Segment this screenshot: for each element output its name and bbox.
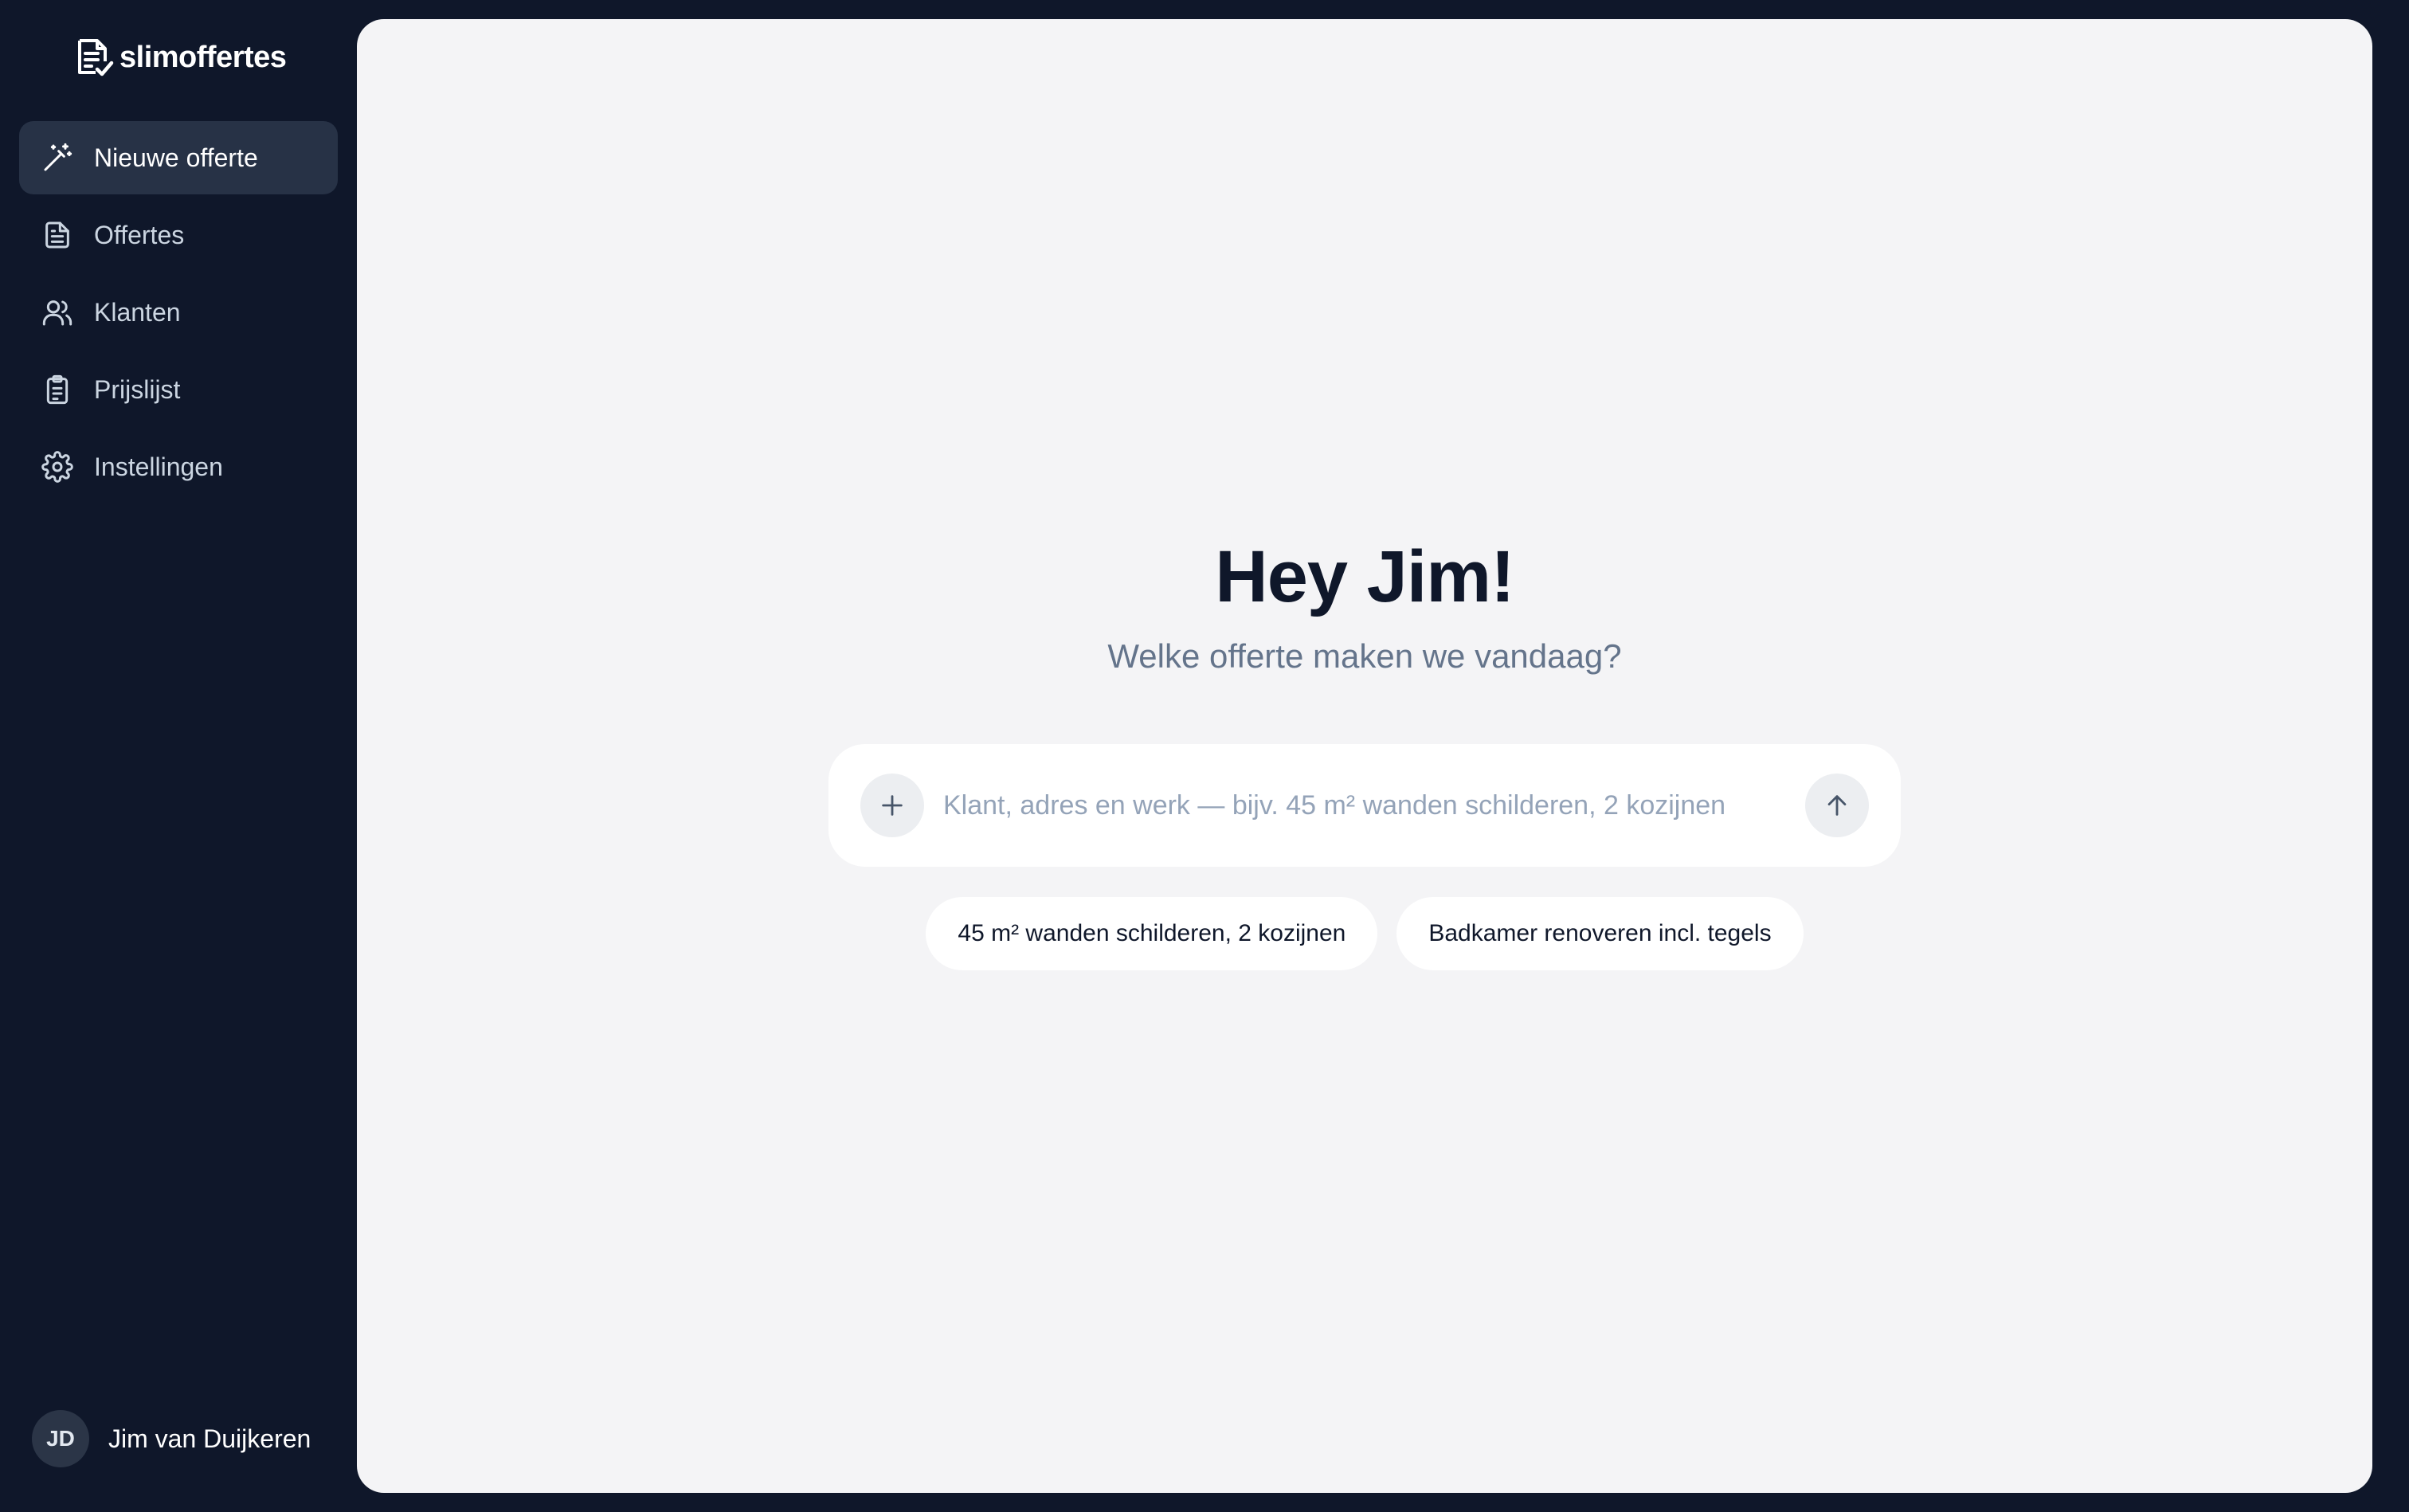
sidebar-item-label: Klanten (94, 297, 181, 327)
user-profile[interactable]: JD Jim van Duijkeren (32, 1410, 311, 1467)
sidebar-item-prijslijst[interactable]: Prijslijst (19, 353, 338, 426)
suggestion-chips: 45 m² wanden schilderen, 2 kozijnen Badk… (357, 897, 2372, 970)
page-subtitle: Welke offerte maken we vandaag? (1107, 637, 1622, 675)
sidebar-item-label: Instellingen (94, 452, 223, 481)
avatar: JD (32, 1410, 89, 1467)
sidebar-item-nieuwe-offerte[interactable]: Nieuwe offerte (19, 121, 338, 194)
gear-icon (41, 451, 73, 483)
magic-wand-icon (44, 143, 72, 171)
arrow-up-icon (1827, 795, 1847, 816)
suggestion-chip[interactable]: Badkamer renoveren incl. tegels (1396, 897, 1804, 970)
logo-document-check-icon (78, 39, 114, 76)
prompt-input[interactable] (943, 789, 1786, 821)
plus-icon (882, 795, 903, 816)
prompt-composer (828, 744, 1901, 867)
user-name: Jim van Duijkeren (108, 1424, 311, 1453)
sidebar-item-label: Offertes (94, 220, 185, 249)
sidebar-item-offertes[interactable]: Offertes (19, 198, 338, 272)
send-button[interactable] (1805, 774, 1869, 837)
main-panel: Hey Jim! Welke offerte maken we vandaag?… (357, 19, 2372, 1493)
sidebar-nav: Nieuwe offerte Offertes Klanten Prijslij… (19, 121, 338, 507)
users-icon (42, 300, 72, 326)
app-logo-text: slimoffertes (119, 40, 287, 74)
page-title: Hey Jim! (1215, 536, 1515, 617)
suggestion-chip[interactable]: 45 m² wanden schilderen, 2 kozijnen (926, 897, 1378, 970)
sidebar: slimoffertes Nieuwe offerte Offertes Kla… (0, 0, 357, 1512)
sidebar-item-label: Nieuwe offerte (94, 143, 258, 172)
sidebar-item-label: Prijslijst (94, 374, 181, 404)
app-logo[interactable]: slimoffertes (75, 35, 287, 80)
app-window: slimoffertes Nieuwe offerte Offertes Kla… (0, 0, 2409, 1512)
attach-button[interactable] (860, 774, 924, 837)
clipboard-list-icon (46, 374, 69, 405)
document-icon (45, 221, 69, 249)
sidebar-item-instellingen[interactable]: Instellingen (19, 430, 338, 503)
sidebar-item-klanten[interactable]: Klanten (19, 276, 338, 349)
